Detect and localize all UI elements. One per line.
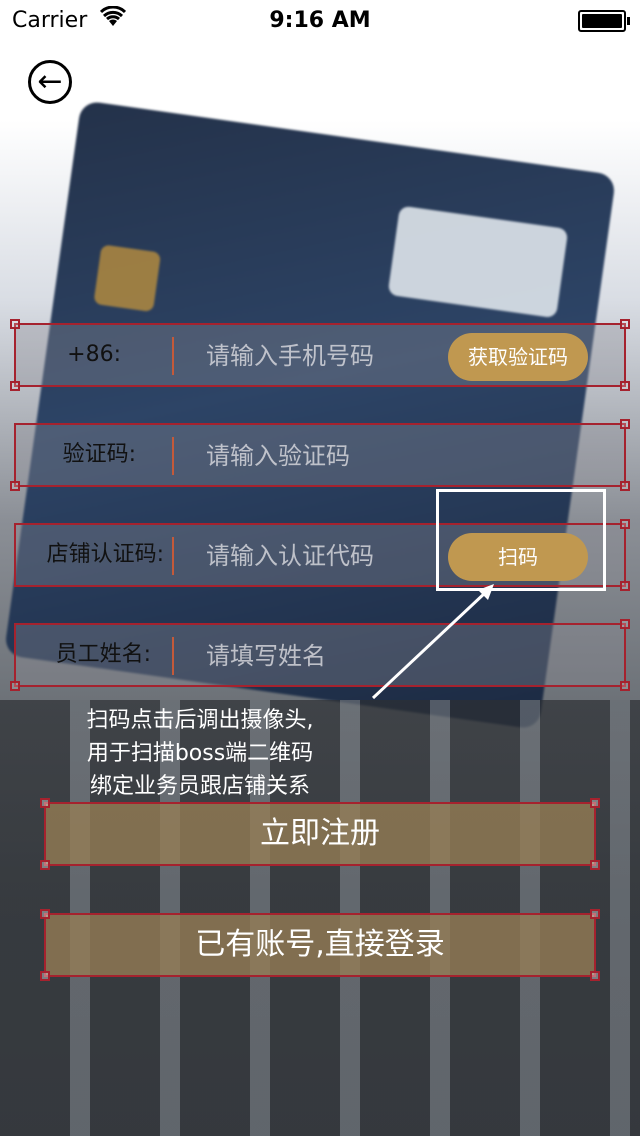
annotation-text: 扫码点击后调出摄像头, 用于扫描boss端二维码 绑定业务员跟店铺关系 [30, 704, 370, 803]
clock: 9:16 AM [269, 8, 371, 33]
annotation-line: 用于扫描boss端二维码 [86, 741, 314, 766]
employee-name-label: 员工姓名: [55, 642, 151, 667]
status-bar: Carrier 9:16 AM [0, 0, 640, 40]
register-label: 立即注册 [260, 816, 380, 851]
verification-code-label: 验证码: [62, 442, 136, 467]
employee-name-input[interactable] [204, 633, 458, 679]
divider [172, 637, 174, 675]
annotation-highlight-box [436, 489, 606, 591]
arrow-left-icon: ← [37, 64, 63, 99]
card-chip [93, 244, 162, 313]
get-code-button[interactable]: 获取验证码 [448, 333, 588, 381]
annotation-line: 绑定业务员跟店铺关系 [89, 774, 310, 799]
annotation-line: 扫码点击后调出摄像头, [86, 708, 314, 733]
battery-icon [578, 10, 630, 32]
login-label: 已有账号,直接登录 [195, 927, 445, 962]
store-code-label: 店铺认证码: [46, 542, 164, 567]
divider [172, 337, 174, 375]
login-button[interactable]: 已有账号,直接登录 [40, 909, 600, 981]
phone-row: +86: 获取验证码 [10, 319, 630, 391]
divider [172, 537, 174, 575]
phone-prefix-label: +86: [67, 342, 121, 367]
card-label [387, 205, 569, 319]
verification-code-input[interactable] [204, 433, 458, 479]
back-button[interactable]: ← [28, 60, 72, 104]
phone-input[interactable] [204, 333, 458, 379]
divider [172, 437, 174, 475]
employee-name-row: 员工姓名: [10, 619, 630, 691]
store-code-input[interactable] [204, 533, 458, 579]
register-button[interactable]: 立即注册 [40, 798, 600, 870]
verification-code-row: 验证码: [10, 419, 630, 491]
